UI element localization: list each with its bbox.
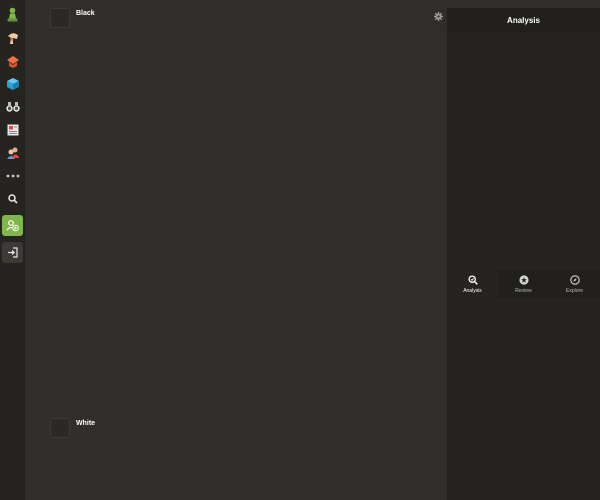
tab-review[interactable]: Review [498,270,549,298]
compass-explore-icon [569,274,580,285]
search-icon[interactable] [2,188,23,209]
social-icon[interactable] [2,142,23,163]
white-player-name[interactable]: White [76,420,95,427]
puzzles-icon[interactable] [2,27,23,48]
board-area: Black White [25,0,447,500]
left-nav-rail [0,0,25,500]
learn-cube-icon[interactable] [2,73,23,94]
analysis-panel: Analysis Analysis Review Explore [447,8,600,500]
tab-analysis-label: Analysis [463,287,482,294]
more-icon[interactable] [2,165,23,186]
black-player-avatar[interactable] [50,8,70,28]
login-icon[interactable] [2,242,23,263]
news-icon[interactable] [2,119,23,140]
add-friend-icon[interactable] [2,215,23,236]
bottom-player-bar: White [50,418,95,438]
tab-explore-label: Explore [566,287,583,294]
magnifier-analysis-icon [467,274,478,285]
lessons-icon[interactable] [2,50,23,71]
board-settings-gear-icon[interactable] [434,8,443,21]
top-player-bar: Black [50,8,95,28]
tab-review-label: Review [515,287,532,294]
watch-binoculars-icon[interactable] [2,96,23,117]
white-player-avatar[interactable] [50,418,70,438]
panel-tabs: Analysis Review Explore [447,270,600,298]
play-pawn-icon[interactable] [2,4,23,25]
star-review-icon [518,274,529,285]
tab-explore[interactable]: Explore [549,270,600,298]
black-player-name[interactable]: Black [76,10,95,17]
panel-title: Analysis [447,8,600,32]
tab-analysis[interactable]: Analysis [447,270,498,298]
app-window: Black White Analysis Analysis Review Exp… [0,0,600,500]
